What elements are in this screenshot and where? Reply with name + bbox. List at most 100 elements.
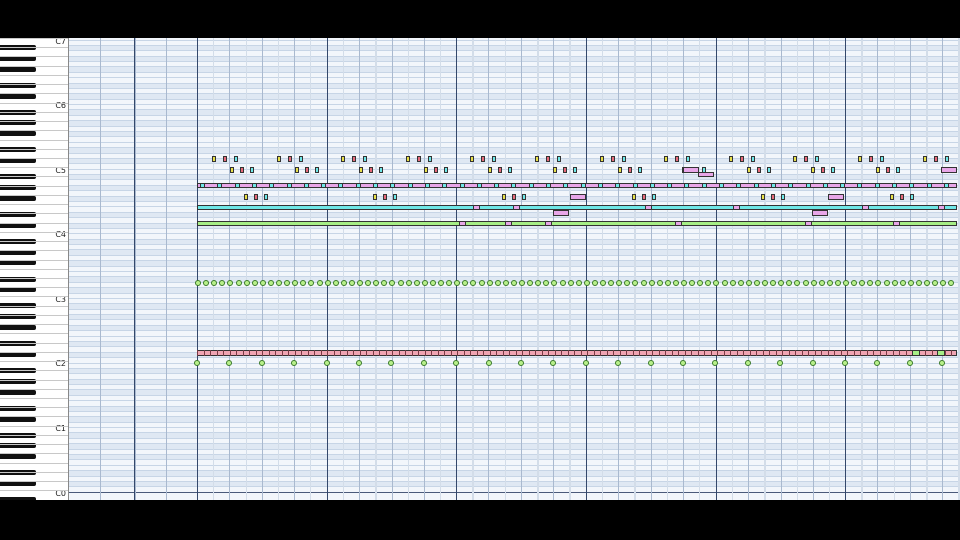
note-cyan-accent[interactable]: [251, 183, 257, 188]
note-dot-bass[interactable]: [388, 360, 395, 366]
note-dot-green[interactable]: [365, 280, 372, 286]
note-dot-green[interactable]: [332, 280, 339, 286]
note-cyan[interactable]: [492, 156, 497, 162]
note-cyan-accent[interactable]: [442, 183, 448, 188]
note-cyan-accent[interactable]: [684, 183, 690, 188]
note-dot-green[interactable]: [940, 280, 947, 286]
note-magenta-long[interactable]: [941, 167, 957, 173]
note-cyan-accent[interactable]: [234, 183, 240, 188]
note-red[interactable]: [512, 194, 517, 200]
note-grid[interactable]: [69, 38, 960, 500]
note-dot-green[interactable]: [446, 280, 453, 286]
note-dot-green[interactable]: [454, 280, 461, 286]
note-cyan-accent[interactable]: [390, 183, 396, 188]
note-cyan-accent[interactable]: [753, 183, 759, 188]
note-cyan[interactable]: [766, 167, 771, 173]
note-dot-green[interactable]: [340, 280, 347, 286]
note-dot-green[interactable]: [267, 280, 274, 286]
note-cyan[interactable]: [234, 156, 238, 162]
note-dot-green[interactable]: [705, 280, 712, 286]
note-dot-green[interactable]: [348, 280, 355, 286]
note-cyan-accent[interactable]: [857, 183, 863, 188]
note-yellow[interactable]: [535, 156, 539, 162]
note-cyan[interactable]: [686, 156, 691, 162]
black-key[interactable]: [0, 195, 36, 201]
note-magenta-accent[interactable]: [862, 205, 869, 210]
note-yellow[interactable]: [631, 194, 636, 200]
note-cyan-accent[interactable]: [286, 183, 292, 188]
note-cyan-accent[interactable]: [476, 183, 482, 188]
note-magenta-long[interactable]: [553, 210, 569, 216]
note-yellow[interactable]: [876, 167, 880, 173]
note-dot-green[interactable]: [227, 280, 234, 286]
note-dot-green[interactable]: [519, 280, 525, 286]
note-red[interactable]: [739, 156, 744, 162]
note-dot-green[interactable]: [713, 280, 720, 286]
note-red[interactable]: [369, 167, 374, 173]
note-cyan-accent[interactable]: [632, 183, 638, 188]
note-dot-green[interactable]: [608, 280, 615, 286]
note-dot-bass[interactable]: [712, 360, 719, 366]
note-red[interactable]: [610, 156, 615, 162]
note-dot-bass[interactable]: [356, 360, 362, 366]
note-red[interactable]: [223, 156, 227, 162]
note-dot-green[interactable]: [510, 280, 517, 286]
note-magenta-long[interactable]: [570, 194, 586, 200]
note-dot-green[interactable]: [737, 280, 744, 286]
note-cyan[interactable]: [298, 156, 303, 162]
note-red[interactable]: [546, 156, 550, 162]
note-cyan-accent[interactable]: [407, 183, 413, 188]
note-cyan-accent[interactable]: [874, 183, 880, 188]
note-red[interactable]: [675, 156, 680, 162]
note-dot-green[interactable]: [421, 280, 428, 286]
note-dot-green[interactable]: [300, 280, 307, 286]
note-red[interactable]: [563, 167, 567, 173]
note-dot-green[interactable]: [834, 280, 841, 286]
note-dot-green[interactable]: [251, 280, 258, 286]
note-yellow[interactable]: [423, 167, 428, 173]
note-yellow[interactable]: [276, 156, 281, 162]
note-magenta-accent[interactable]: [805, 221, 812, 226]
note-cyan-accent[interactable]: [528, 183, 534, 188]
note-dot-green[interactable]: [640, 280, 647, 286]
note-dot-green[interactable]: [948, 280, 955, 286]
black-key[interactable]: [0, 260, 36, 266]
note-red[interactable]: [900, 194, 904, 200]
note-dot-green[interactable]: [616, 280, 623, 286]
note-dot-green[interactable]: [316, 280, 323, 286]
note-dot-green[interactable]: [802, 280, 809, 286]
note-dot-green[interactable]: [721, 280, 728, 286]
note-dot-green[interactable]: [478, 280, 485, 286]
note-cyan-accent[interactable]: [373, 183, 378, 188]
note-dot-green[interactable]: [753, 280, 760, 286]
note-cyan-accent[interactable]: [338, 183, 344, 188]
note-red[interactable]: [254, 194, 258, 200]
note-magenta-accent[interactable]: [505, 221, 512, 226]
note-magenta-accent[interactable]: [675, 221, 682, 226]
note-red[interactable]: [287, 156, 292, 162]
piano-roll-editor[interactable]: C7 C6 C5 C4 C3 C2 C1 C0: [0, 38, 960, 500]
black-key[interactable]: [0, 325, 36, 331]
note-yellow[interactable]: [617, 167, 622, 173]
black-key[interactable]: [0, 131, 36, 137]
note-red[interactable]: [383, 194, 388, 200]
note-dot-green[interactable]: [810, 280, 817, 286]
note-dot-green[interactable]: [681, 280, 687, 286]
note-dot-bass[interactable]: [226, 360, 233, 366]
note-cyan-accent[interactable]: [597, 183, 603, 188]
note-dot-bass[interactable]: [777, 360, 784, 366]
note-cyan-accent[interactable]: [840, 183, 846, 188]
note-dot-green[interactable]: [899, 280, 906, 286]
note-dot-green[interactable]: [259, 280, 266, 286]
note-dot-green[interactable]: [502, 280, 509, 286]
note-yellow[interactable]: [793, 156, 798, 162]
note-red[interactable]: [756, 167, 761, 173]
note-magenta-accent[interactable]: [733, 205, 740, 210]
black-key[interactable]: [0, 389, 36, 395]
note-dot-green[interactable]: [826, 280, 833, 286]
note-red[interactable]: [933, 156, 938, 162]
note-cyan-accent[interactable]: [943, 183, 949, 188]
note-cyan-accent[interactable]: [667, 183, 673, 188]
note-dot-green[interactable]: [648, 280, 655, 286]
note-dot-green[interactable]: [429, 280, 436, 286]
